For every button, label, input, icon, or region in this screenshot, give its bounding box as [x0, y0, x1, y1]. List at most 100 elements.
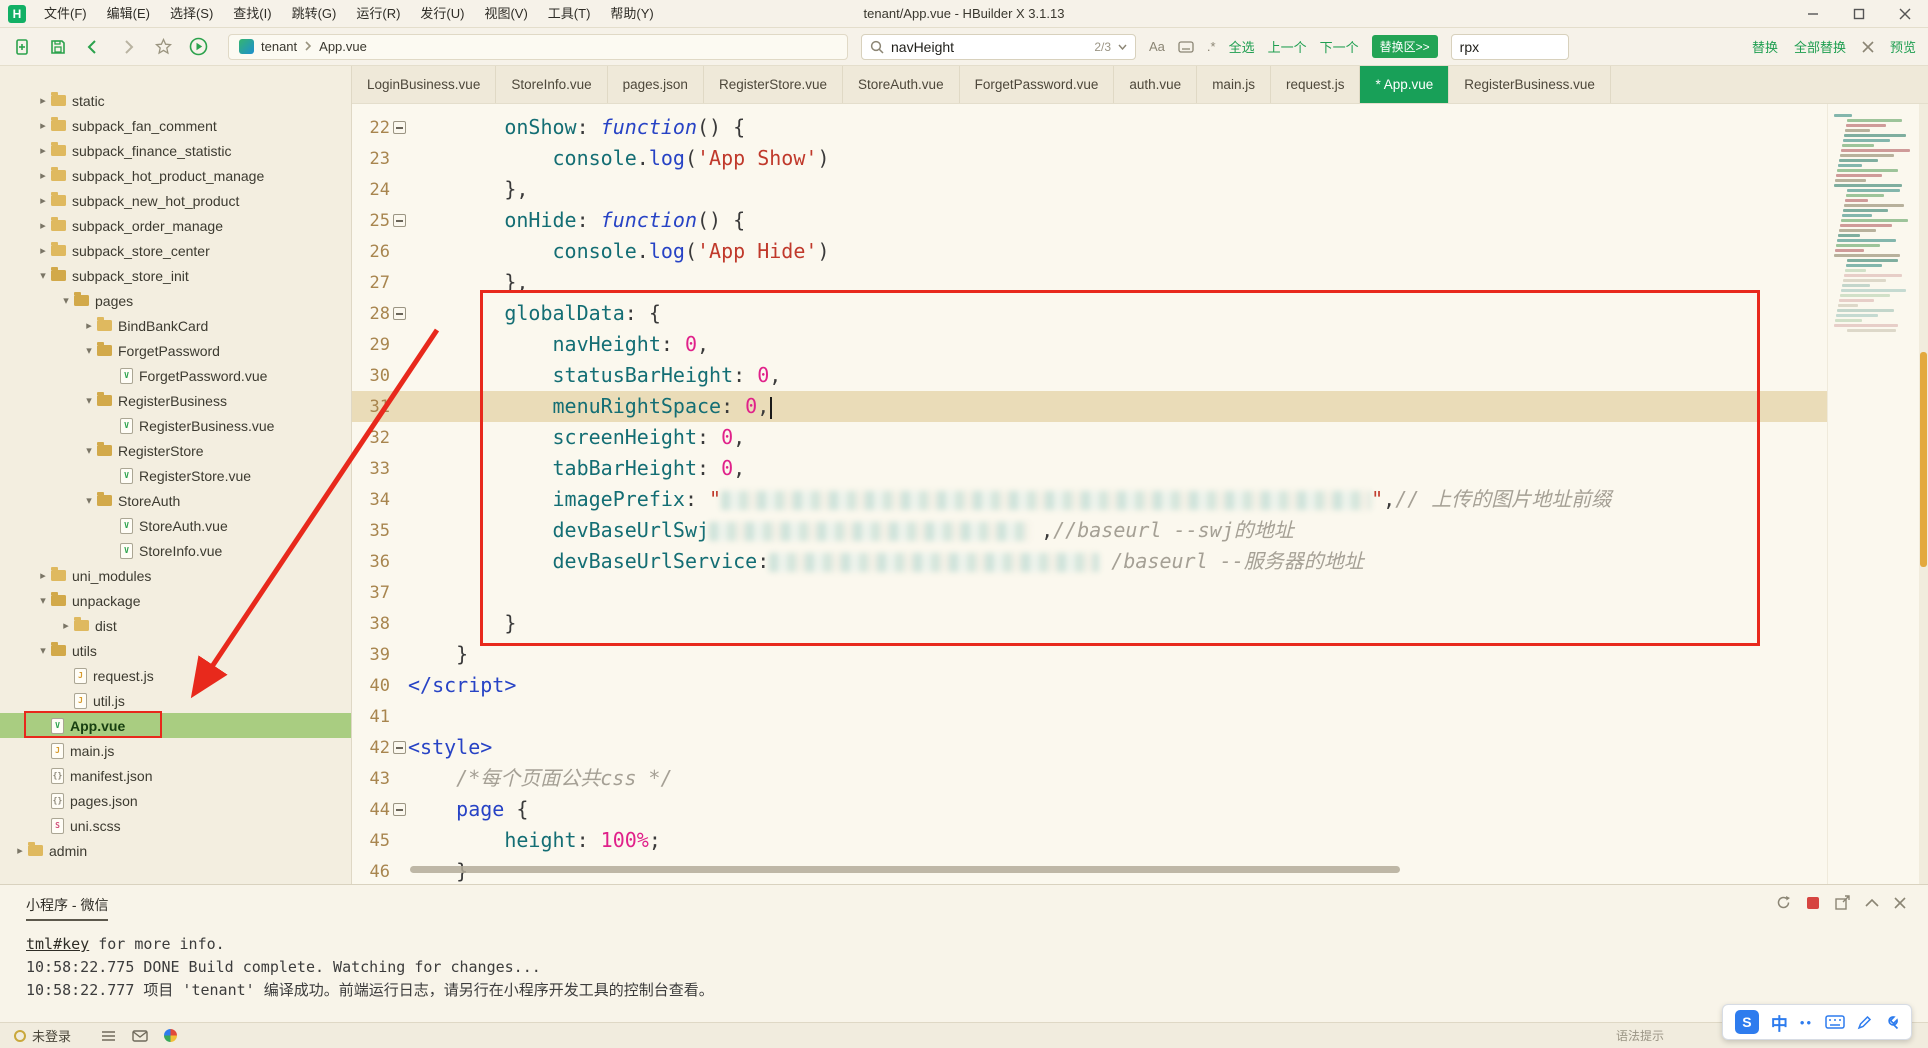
code-line[interactable]: 22 onShow: function() { — [352, 112, 1827, 143]
code-line[interactable]: 41 — [352, 701, 1827, 732]
tree-item[interactable]: ▾ pages — [0, 288, 351, 313]
tree-item[interactable]: {} manifest.json — [0, 763, 351, 788]
fold-marker[interactable] — [393, 121, 406, 134]
tree-item[interactable]: ▸ subpack_hot_product_manage — [0, 163, 351, 188]
code-line[interactable]: 44 page { — [352, 794, 1827, 825]
menu-item[interactable]: 发行(U) — [410, 0, 474, 28]
maximize-button[interactable] — [1836, 0, 1882, 27]
tree-item[interactable]: Jmain.js — [0, 738, 351, 763]
chevron-down-icon[interactable]: ▾ — [35, 594, 51, 607]
code-line[interactable]: 35 devBaseUrlSwj ,//baseurl --swj的地址 — [352, 515, 1827, 546]
tree-item[interactable]: ▾ StoreAuth — [0, 488, 351, 513]
fold-marker[interactable] — [393, 741, 406, 754]
chevron-right-icon[interactable]: ▸ — [35, 219, 51, 232]
select-all-button[interactable]: 全选 — [1229, 37, 1255, 56]
chevron-right-icon[interactable]: ▸ — [35, 94, 51, 107]
editor-tab[interactable]: RegisterStore.vue — [704, 66, 844, 103]
code-line[interactable]: 36 devBaseUrlService: /baseurl --服务器的地址 — [352, 546, 1827, 577]
chevron-right-icon[interactable]: ▸ — [35, 169, 51, 182]
open-external-icon[interactable] — [1835, 895, 1850, 910]
chevron-down-icon[interactable]: ▾ — [81, 394, 97, 407]
editor-tab[interactable]: RegisterBusiness.vue — [1449, 66, 1611, 103]
close-button[interactable] — [1882, 0, 1928, 27]
tree-item[interactable]: ▸ subpack_order_manage — [0, 213, 351, 238]
menu-item[interactable]: 选择(S) — [160, 0, 223, 28]
console-link[interactable]: tml#key — [26, 935, 89, 953]
editor-tab[interactable]: LoginBusiness.vue — [352, 66, 497, 103]
editor-tab[interactable]: StoreAuth.vue — [843, 66, 960, 103]
code-line[interactable]: 29 navHeight: 0, — [352, 329, 1827, 360]
chevron-down-icon[interactable] — [1118, 44, 1127, 50]
stop-icon[interactable] — [1806, 896, 1820, 910]
breadcrumb-file[interactable]: App.vue — [319, 39, 367, 54]
replace-all-button[interactable]: 全部替换 — [1794, 37, 1846, 56]
tree-item[interactable]: ▸ subpack_fan_comment — [0, 113, 351, 138]
ime-language-toggle[interactable]: 中 — [1771, 1010, 1788, 1035]
tree-item[interactable]: Jutil.js — [0, 688, 351, 713]
chevron-right-icon[interactable]: ▸ — [35, 144, 51, 157]
search-input[interactable]: navHeight 2/3 — [861, 33, 1136, 60]
pen-icon[interactable] — [1857, 1015, 1872, 1030]
save-button[interactable] — [47, 36, 69, 58]
code-line[interactable]: 27 }, — [352, 267, 1827, 298]
code-line[interactable]: 40 </script> — [352, 670, 1827, 701]
find-previous-button[interactable]: 上一个 — [1268, 37, 1307, 56]
tree-item[interactable]: V ForgetPassword.vue — [0, 363, 351, 388]
tree-item[interactable]: V StoreAuth.vue — [0, 513, 351, 538]
breadcrumb[interactable]: tenant App.vue — [228, 33, 848, 60]
code-line[interactable]: 30 statusBarHeight: 0, — [352, 360, 1827, 391]
tree-item[interactable]: ▾ RegisterStore — [0, 438, 351, 463]
chevron-down-icon[interactable]: ▾ — [81, 494, 97, 507]
breadcrumb-project[interactable]: tenant — [261, 39, 297, 54]
chevron-down-icon[interactable]: ▾ — [35, 269, 51, 282]
match-case-button[interactable]: Aa — [1149, 39, 1165, 54]
menu-item[interactable]: 跳转(G) — [282, 0, 347, 28]
code-line[interactable]: 24 }, — [352, 174, 1827, 205]
horizontal-scrollbar[interactable] — [410, 866, 1400, 873]
code-line[interactable]: 37 — [352, 577, 1827, 608]
tree-item[interactable]: ▾ RegisterBusiness — [0, 388, 351, 413]
chevron-right-icon[interactable]: ▸ — [81, 319, 97, 332]
code-line[interactable]: 25 onHide: function() { — [352, 205, 1827, 236]
code-line[interactable]: 28 globalData: { — [352, 298, 1827, 329]
menu-item[interactable]: 工具(T) — [538, 0, 601, 28]
chevron-right-icon[interactable]: ▸ — [35, 244, 51, 257]
fold-marker[interactable] — [393, 803, 406, 816]
code-line[interactable]: 26 console.log('App Hide') — [352, 236, 1827, 267]
tree-item[interactable]: V RegisterBusiness.vue — [0, 413, 351, 438]
menu-item[interactable]: 查找(I) — [223, 0, 281, 28]
chevron-right-icon[interactable]: ▸ — [58, 619, 74, 632]
editor-tab[interactable]: StoreInfo.vue — [496, 66, 608, 103]
editor-tab[interactable]: request.js — [1271, 66, 1361, 103]
chevron-right-icon[interactable]: ▸ — [35, 119, 51, 132]
chevron-down-icon[interactable]: ▾ — [58, 294, 74, 307]
tree-item[interactable]: ▸ admin — [0, 838, 351, 863]
code-line[interactable]: 39 } — [352, 639, 1827, 670]
minimap[interactable] — [1827, 104, 1919, 884]
find-next-button[interactable]: 下一个 — [1320, 37, 1359, 56]
vertical-scrollbar[interactable] — [1919, 104, 1928, 884]
tree-item[interactable]: ▸ dist — [0, 613, 351, 638]
tree-item[interactable]: Suni.scss — [0, 813, 351, 838]
code-line[interactable]: 32 screenHeight: 0, — [352, 422, 1827, 453]
preview-button[interactable]: 预览 — [1890, 37, 1916, 56]
menu-item[interactable]: 运行(R) — [346, 0, 410, 28]
close-search-icon[interactable] — [1862, 40, 1874, 53]
chevron-right-icon[interactable]: ▸ — [12, 844, 28, 857]
replace-button[interactable]: 替换 — [1752, 37, 1778, 56]
tree-item[interactable]: Jrequest.js — [0, 663, 351, 688]
tree-item[interactable]: V StoreInfo.vue — [0, 538, 351, 563]
favorite-star-icon[interactable] — [152, 36, 174, 58]
tree-item[interactable]: ▸ subpack_store_center — [0, 238, 351, 263]
replace-input[interactable]: rpx — [1450, 33, 1569, 60]
chevron-right-icon[interactable]: ▸ — [35, 569, 51, 582]
fold-marker[interactable] — [393, 214, 406, 227]
tree-item[interactable]: V RegisterStore.vue — [0, 463, 351, 488]
editor-tab[interactable]: main.js — [1197, 66, 1271, 103]
code-line[interactable]: 45 height: 100%; — [352, 825, 1827, 856]
scrollbar-thumb[interactable] — [1920, 352, 1927, 567]
close-panel-icon[interactable] — [1894, 896, 1906, 909]
back-button[interactable] — [82, 36, 104, 58]
code-line[interactable]: 43 /*每个页面公共css */ — [352, 763, 1827, 794]
console-tab-weixin[interactable]: 小程序 - 微信 — [26, 895, 109, 921]
